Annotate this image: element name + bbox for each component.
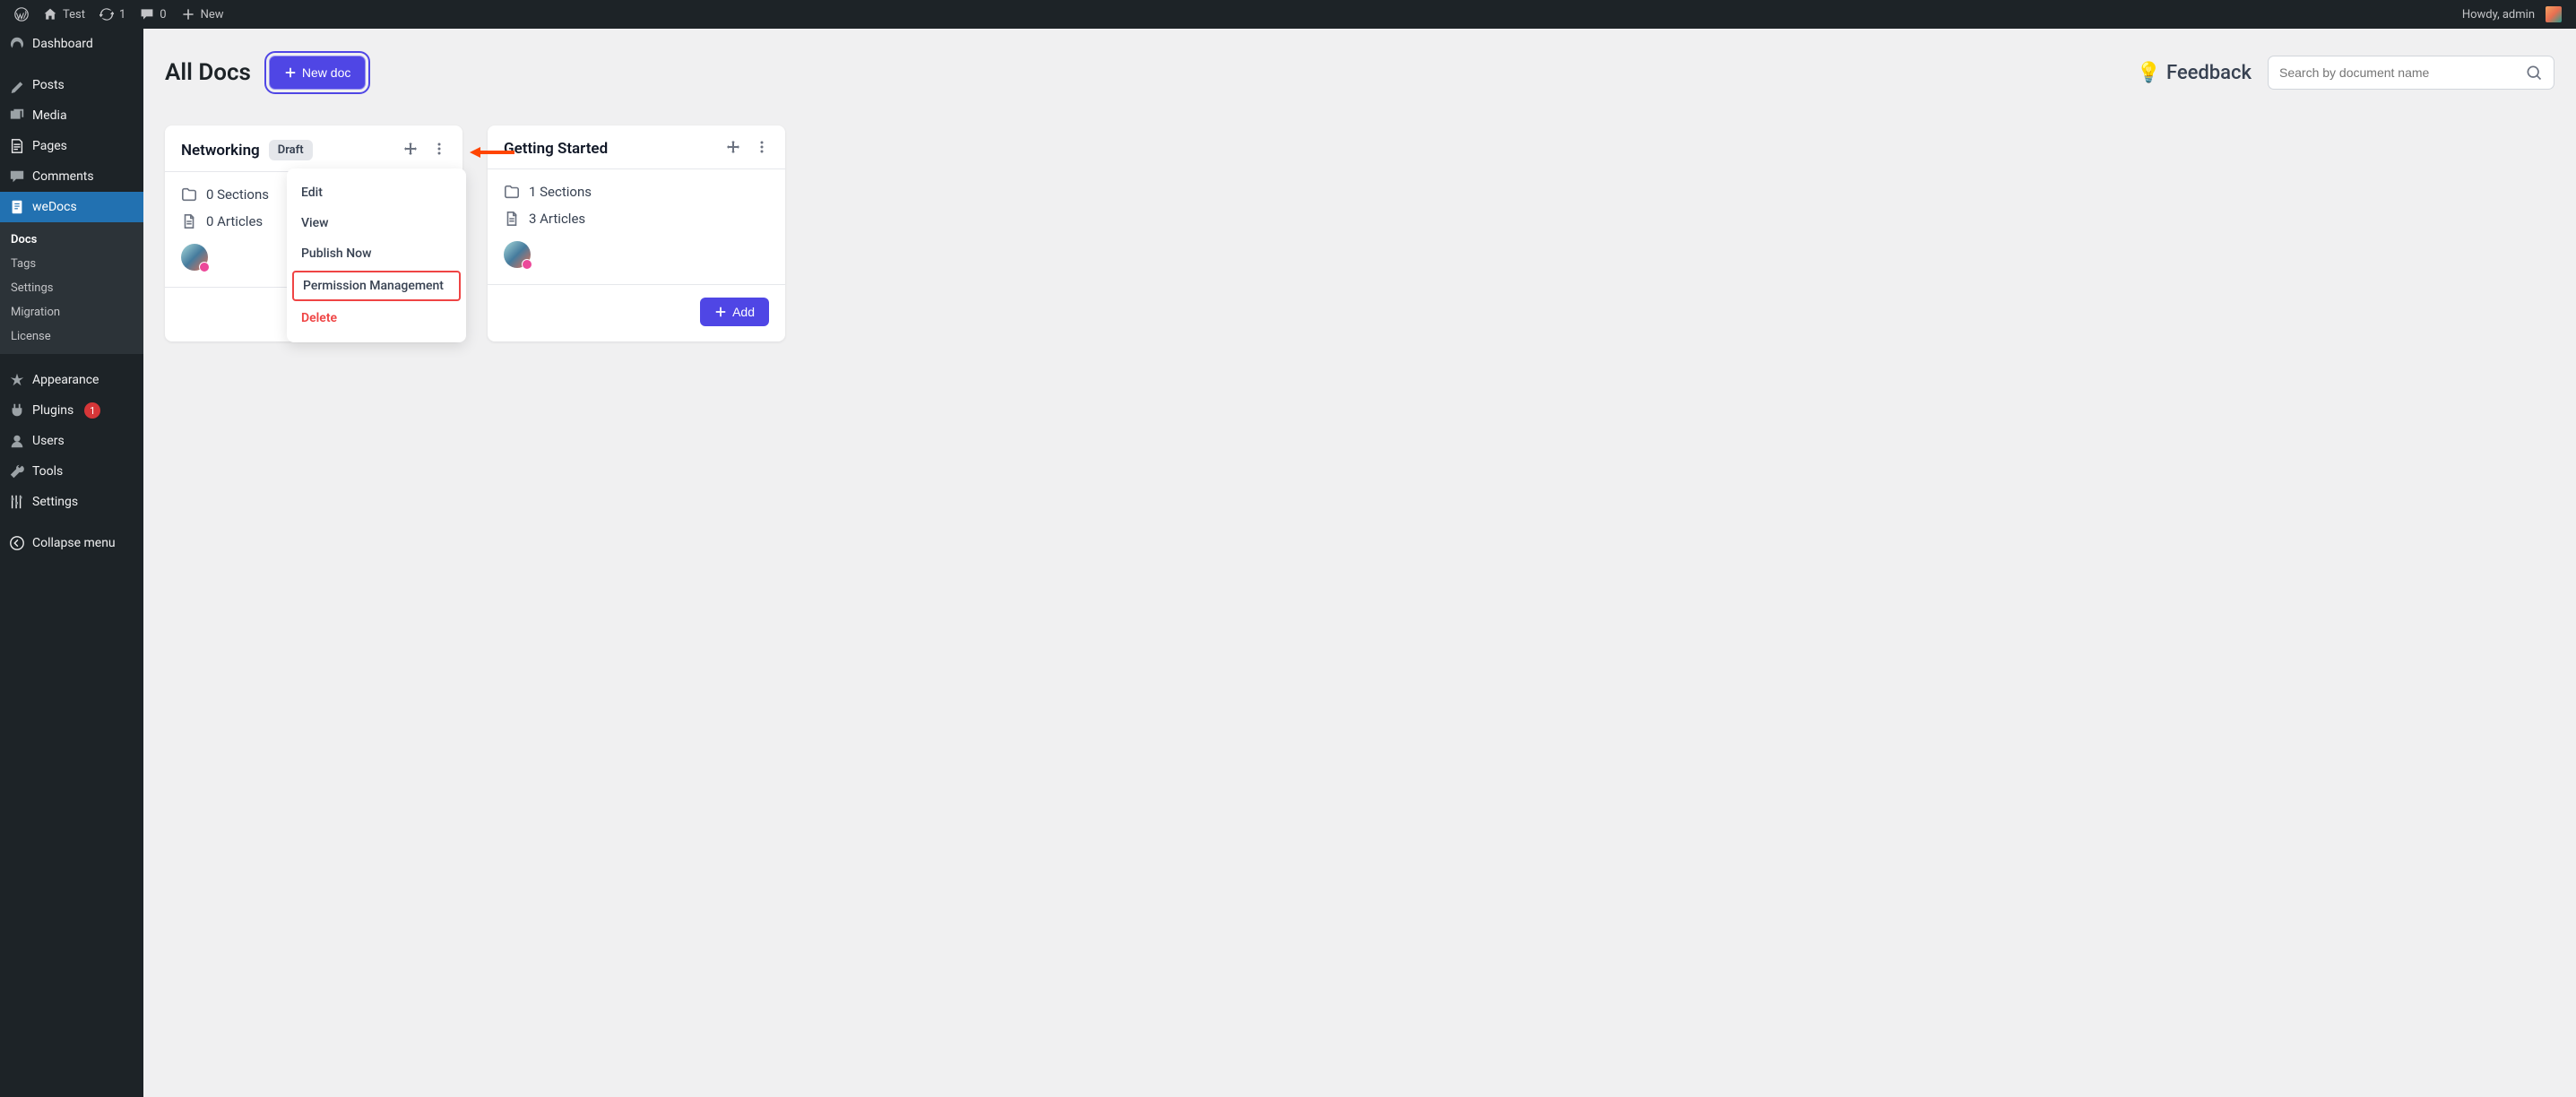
doc-card: Networking Draft Edit View Publish Now P… <box>165 125 462 341</box>
docs-grid: Networking Draft Edit View Publish Now P… <box>165 125 2554 341</box>
sidebar-item-media[interactable]: Media <box>0 100 143 131</box>
page-header: All Docs New doc 💡 Feedback <box>165 56 2554 90</box>
sidebar-item-appearance[interactable]: Appearance <box>0 365 143 395</box>
folder-icon <box>181 186 197 203</box>
doc-actions-dropdown: Edit View Publish Now Permission Managem… <box>287 168 466 342</box>
sidebar-label: Posts <box>32 78 65 92</box>
doc-title: Getting Started <box>504 140 608 158</box>
sidebar-item-tools[interactable]: Tools <box>0 456 143 487</box>
sidebar-item-wedocs[interactable]: weDocs <box>0 192 143 222</box>
sidebar-label: Tools <box>32 464 63 479</box>
plugins-update-badge: 1 <box>84 402 100 419</box>
sidebar-sub-docs[interactable]: Docs <box>0 228 143 252</box>
dropdown-edit[interactable]: Edit <box>287 177 466 208</box>
sidebar-item-settings[interactable]: Settings <box>0 487 143 517</box>
doc-title: Networking <box>181 142 260 160</box>
document-icon <box>504 211 520 227</box>
search-input[interactable] <box>2279 65 2525 80</box>
sidebar-item-posts[interactable]: Posts <box>0 70 143 100</box>
admin-bar: Test 1 0 New Howdy, admin <box>0 0 2576 29</box>
plus-icon <box>714 306 727 318</box>
new-content[interactable]: New <box>174 0 231 29</box>
new-doc-button[interactable]: New doc <box>269 56 366 90</box>
draft-badge: Draft <box>269 140 313 160</box>
sidebar-label: Plugins <box>32 403 73 418</box>
sidebar-label: Media <box>32 108 67 123</box>
articles-stat: 3 Articles <box>504 211 769 227</box>
sidebar-sub-migration[interactable]: Migration <box>0 300 143 324</box>
howdy-user[interactable]: Howdy, admin <box>2455 0 2569 29</box>
sidebar-sub-settings[interactable]: Settings <box>0 276 143 300</box>
sidebar-label: Settings <box>32 495 78 509</box>
dropdown-permission-management[interactable]: Permission Management <box>292 271 461 301</box>
main-content: All Docs New doc 💡 Feedback Networking D… <box>143 29 2576 363</box>
updates[interactable]: 1 <box>92 0 133 29</box>
sidebar-label: Appearance <box>32 373 99 387</box>
sidebar-item-plugins[interactable]: Plugins 1 <box>0 395 143 426</box>
admin-sidebar: Dashboard Posts Media Pages Comments weD… <box>0 29 143 1097</box>
sidebar-collapse[interactable]: Collapse menu <box>0 528 143 558</box>
sidebar-item-users[interactable]: Users <box>0 426 143 456</box>
search-icon <box>2525 64 2543 82</box>
more-menu-button[interactable] <box>755 140 769 158</box>
page-title: All Docs <box>165 59 251 86</box>
comments-count[interactable]: 0 <box>133 0 173 29</box>
search-box[interactable] <box>2268 56 2554 90</box>
plus-icon <box>284 66 297 79</box>
drag-handle-icon[interactable] <box>403 142 418 160</box>
doc-author <box>488 236 785 284</box>
site-name[interactable]: Test <box>36 0 92 29</box>
sidebar-label: Comments <box>32 169 94 184</box>
add-button[interactable]: Add <box>700 298 769 326</box>
sections-stat: 1 Sections <box>504 184 769 200</box>
sidebar-item-pages[interactable]: Pages <box>0 131 143 161</box>
more-menu-button[interactable]: Edit View Publish Now Permission Managem… <box>432 142 446 160</box>
sidebar-sub-tags[interactable]: Tags <box>0 252 143 276</box>
dropdown-view[interactable]: View <box>287 208 466 238</box>
doc-card: Getting Started 1 Sections 3 Articles <box>488 125 785 341</box>
feedback-button[interactable]: 💡 Feedback <box>2137 62 2252 84</box>
sidebar-label: Dashboard <box>32 37 93 51</box>
drag-handle-icon[interactable] <box>726 140 740 158</box>
bulb-icon: 💡 <box>2137 62 2161 84</box>
wp-logo[interactable] <box>7 0 36 29</box>
sidebar-label: Pages <box>32 139 67 153</box>
sidebar-label: Users <box>32 434 65 448</box>
folder-icon <box>504 184 520 200</box>
sidebar-submenu: Docs Tags Settings Migration License <box>0 222 143 354</box>
dropdown-delete[interactable]: Delete <box>287 303 466 333</box>
sidebar-item-comments[interactable]: Comments <box>0 161 143 192</box>
sidebar-label: Collapse menu <box>32 536 116 550</box>
sidebar-label: weDocs <box>32 200 77 214</box>
dropdown-publish-now[interactable]: Publish Now <box>287 238 466 269</box>
author-avatar-icon <box>504 241 531 268</box>
sidebar-sub-license[interactable]: License <box>0 324 143 349</box>
document-icon <box>181 213 197 229</box>
author-avatar-icon <box>181 244 208 271</box>
sidebar-item-dashboard[interactable]: Dashboard <box>0 29 143 59</box>
user-avatar-icon <box>2546 6 2562 22</box>
annotation-arrow-icon <box>470 145 514 162</box>
